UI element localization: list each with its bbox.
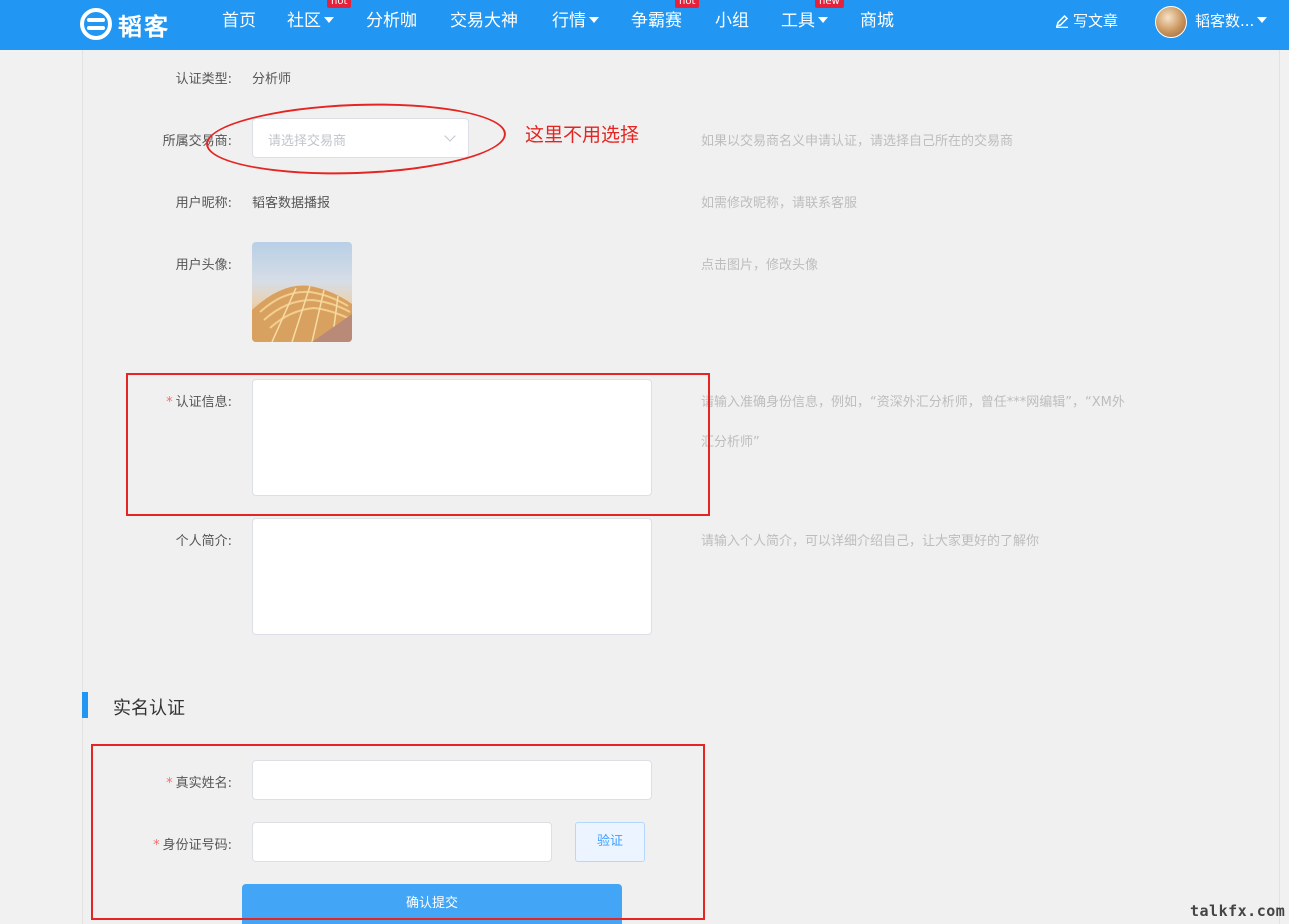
cert-type-value: 分析师 bbox=[252, 72, 292, 87]
nav-label: 行情 bbox=[552, 11, 586, 31]
annotation-note: 这里不用选择 bbox=[525, 124, 640, 146]
nav-item-home[interactable]: 首页 bbox=[222, 0, 256, 50]
nav-item-community[interactable]: 社区 hot bbox=[287, 0, 352, 50]
avatar-image[interactable] bbox=[252, 242, 352, 342]
logo-text: 韬客 bbox=[118, 12, 170, 41]
avatar-photo-icon bbox=[252, 285, 352, 342]
nav-label: 交易大神 bbox=[450, 11, 518, 31]
user-name-label: 韬客数... bbox=[1195, 12, 1255, 30]
nav-label: 首页 bbox=[222, 11, 256, 31]
new-badge: new bbox=[815, 0, 844, 8]
nav-label: 商城 bbox=[860, 11, 894, 31]
nav-item-groups[interactable]: 小组 bbox=[715, 0, 749, 50]
avatar-label: 用户头像: bbox=[175, 258, 232, 273]
avatar-hint: 点击图片，修改头像 bbox=[701, 258, 819, 273]
nickname-hint: 如需修改昵称，请联系客服 bbox=[701, 196, 858, 211]
cert-info-hint-line1: 请输入准确身份信息，例如，“资深外汇分析师，曾任***网编辑”，“XM外 bbox=[701, 395, 1125, 410]
nav-item-market[interactable]: 行情 bbox=[552, 0, 599, 50]
write-article-button[interactable]: 写文章 bbox=[1055, 0, 1118, 42]
nav-item-analysts[interactable]: 分析咖 bbox=[366, 0, 417, 50]
nav-item-trading-gods[interactable]: 交易大神 bbox=[450, 0, 518, 50]
nickname-label: 用户昵称: bbox=[175, 196, 232, 211]
nav-label: 分析咖 bbox=[366, 11, 417, 31]
user-menu[interactable]: 韬客数... bbox=[1195, 0, 1268, 42]
nickname-value: 韬客数据播报 bbox=[252, 196, 331, 211]
nav-label: 社区 bbox=[287, 11, 321, 31]
site-logo[interactable]: 韬客 bbox=[80, 6, 170, 42]
watermark: talkfx.com bbox=[1190, 902, 1286, 920]
top-nav-bar: 韬客 首页 社区 hot 分析咖 交易大神 行情 争霸赛 hot 小组 工具 new … bbox=[0, 0, 1289, 50]
annotation-box-realname bbox=[91, 744, 705, 920]
bio-label: 个人简介: bbox=[175, 534, 232, 549]
annotation-box-cert-info bbox=[126, 373, 710, 516]
write-article-label: 写文章 bbox=[1073, 12, 1119, 30]
pencil-icon bbox=[1055, 14, 1069, 28]
cert-type-label: 认证类型: bbox=[175, 72, 232, 87]
bio-textarea[interactable] bbox=[252, 518, 652, 635]
caret-down-icon bbox=[589, 17, 599, 23]
nav-item-tools[interactable]: 工具 new bbox=[781, 0, 844, 50]
nav-item-contest[interactable]: 争霸赛 hot bbox=[631, 0, 700, 50]
nav-label: 小组 bbox=[715, 11, 749, 31]
nav-label: 争霸赛 bbox=[631, 11, 682, 31]
user-avatar[interactable] bbox=[1155, 6, 1187, 38]
logo-icon bbox=[80, 8, 112, 40]
hot-badge: hot bbox=[675, 0, 700, 8]
caret-down-icon bbox=[1257, 17, 1268, 23]
section-accent-bar bbox=[82, 692, 88, 718]
caret-down-icon bbox=[324, 17, 334, 23]
nav-label: 工具 bbox=[781, 11, 815, 31]
bio-hint: 请输入个人简介，可以详细介绍自己，让大家更好的了解你 bbox=[701, 534, 1040, 549]
broker-hint: 如果以交易商名义申请认证，请选择自己所在的交易商 bbox=[701, 134, 1014, 149]
hot-badge: hot bbox=[327, 0, 352, 8]
realname-section-title: 实名认证 bbox=[113, 698, 185, 719]
caret-down-icon bbox=[818, 17, 828, 23]
nav-item-mall[interactable]: 商城 bbox=[860, 0, 894, 50]
